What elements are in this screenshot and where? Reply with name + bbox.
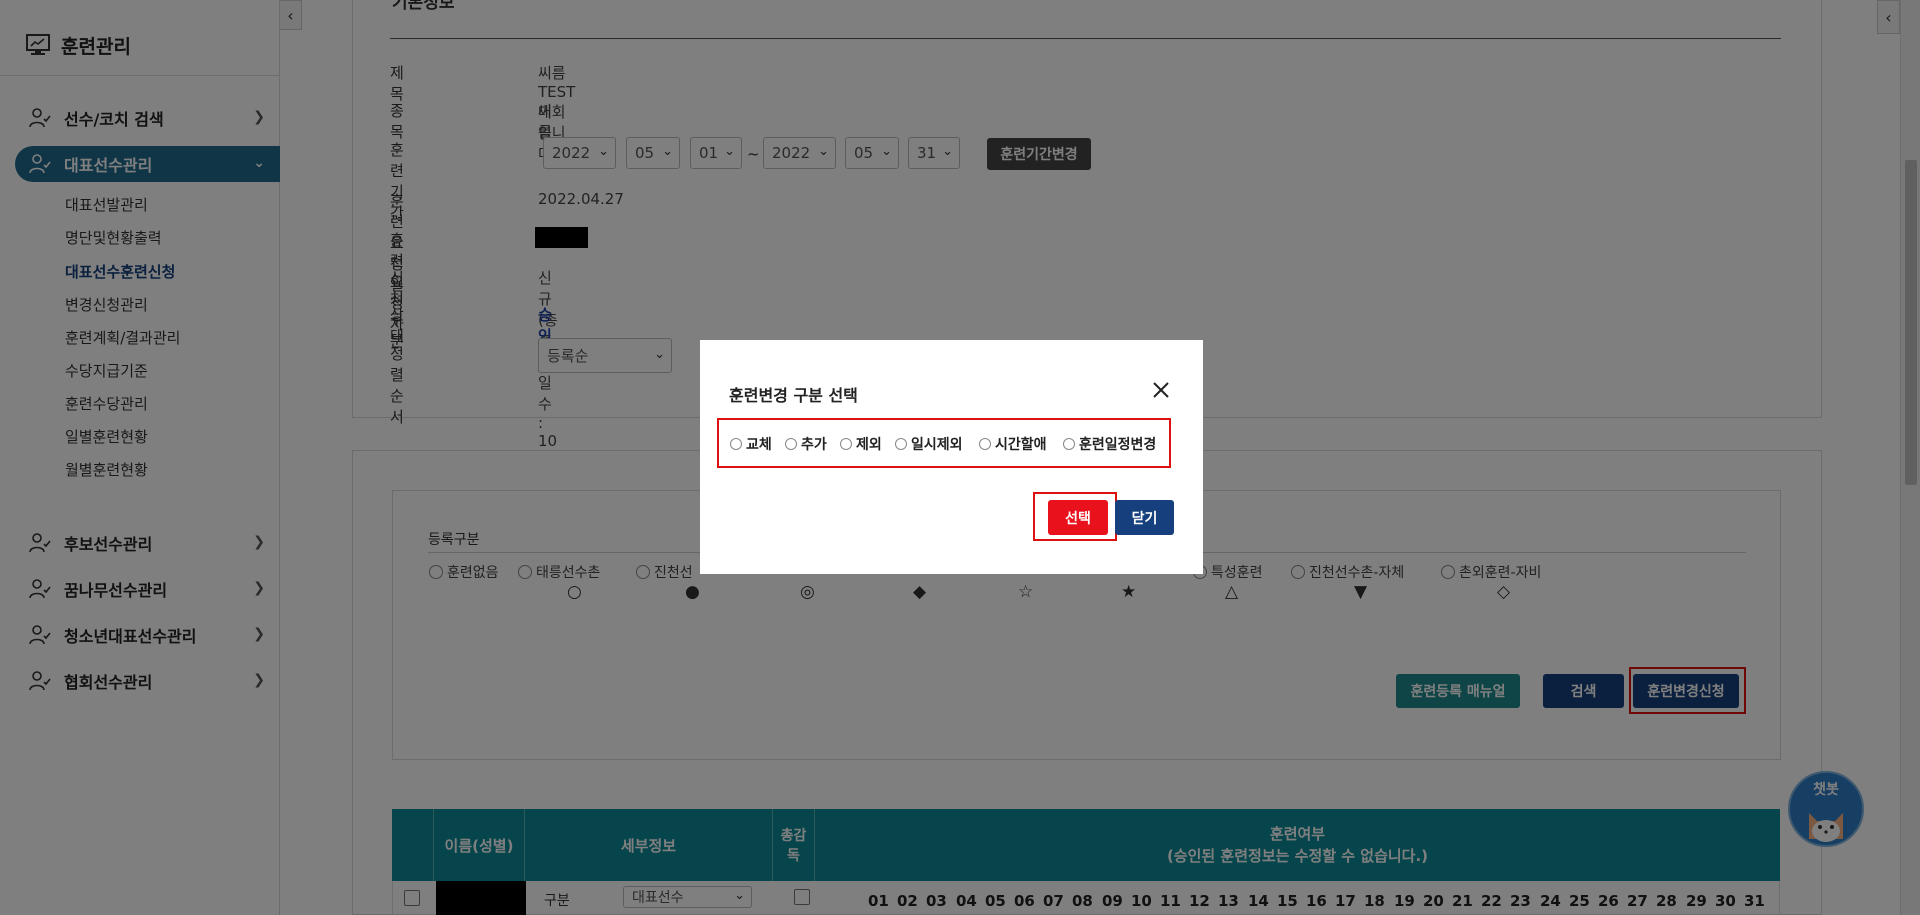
radio[interactable] [979,438,991,450]
modal-title: 훈련변경 구분 선택 [729,386,858,405]
option-label: 훈련일정변경 [1079,437,1157,453]
radio[interactable] [785,438,797,450]
radio[interactable] [730,438,742,450]
select-button[interactable]: 선택 [1048,500,1108,535]
option-time-allocation[interactable]: 시간할애 [979,434,1047,454]
close-icon[interactable] [1149,378,1173,402]
option-replace[interactable]: 교체 [730,434,772,454]
option-label: 시간할애 [995,437,1047,453]
radio[interactable] [840,438,852,450]
option-label: 제외 [856,437,882,453]
option-label: 교체 [746,437,772,453]
close-button[interactable]: 닫기 [1115,500,1174,535]
option-temp-exclude[interactable]: 일시제외 [895,434,963,454]
option-add[interactable]: 추가 [785,434,827,454]
training-change-type-modal: 훈련변경 구분 선택 교체 추가 제외 일시제외 시간할애 훈련일정변경 선택 … [700,340,1203,574]
option-label: 일시제외 [911,437,963,453]
option-label: 추가 [801,437,827,453]
radio[interactable] [895,438,907,450]
radio[interactable] [1063,438,1075,450]
option-schedule-change[interactable]: 훈련일정변경 [1063,434,1156,454]
option-exclude[interactable]: 제외 [840,434,882,454]
